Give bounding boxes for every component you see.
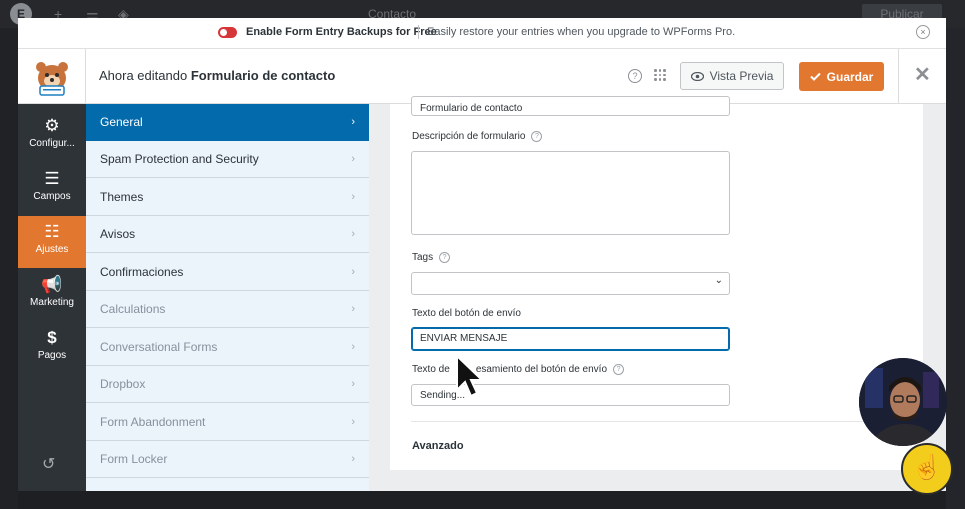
notice-text: Easily restore your entries when you upg… <box>427 26 736 38</box>
processing-label-part1: Texto de <box>412 364 450 375</box>
chevron-right-icon: › <box>351 191 355 203</box>
dollar-icon: $ <box>47 328 57 347</box>
submenu-label: Themes <box>100 190 144 204</box>
chevron-right-icon: › <box>351 341 355 353</box>
chevron-right-icon: › <box>351 416 355 428</box>
rail-label-payments: Pagos <box>37 350 67 361</box>
chevron-right-icon: › <box>351 303 355 315</box>
help-icon[interactable]: ? <box>613 364 625 375</box>
settings-submenu: General › Spam Protection and Security › T… <box>86 104 369 491</box>
description-textarea[interactable] <box>411 151 730 235</box>
preview-button[interactable]: Vista Previa <box>680 62 784 90</box>
tags-select[interactable]: ⌄ <box>411 272 730 295</box>
editing-prefix: Ahora editando <box>99 68 188 83</box>
submit-text-label: Texto del botón de envío <box>412 308 521 319</box>
editing-title: Ahora editando Formulario de contacto <box>99 68 335 83</box>
settings-content-area: Formulario de contacto Descripción de fo… <box>369 96 946 491</box>
header-divider-right <box>898 49 899 103</box>
megaphone-icon: 📢 <box>41 275 63 294</box>
submenu-item-form-abandonment[interactable]: Form Abandonment › <box>86 404 369 441</box>
header-divider <box>85 49 86 103</box>
revisions-history-icon[interactable]: ↺ <box>42 454 55 474</box>
submenu-item-confirmations[interactable]: Confirmaciones › <box>86 254 369 291</box>
processing-text-label: Texto de esamiento del botón de envío? <box>412 364 625 375</box>
checkmark-icon <box>809 72 821 81</box>
rail-label-marketing: Marketing <box>30 297 74 308</box>
submenu-item-conversational-forms[interactable]: Conversational Forms › <box>86 329 369 366</box>
presenter-webcam <box>859 358 947 446</box>
submenu-item-themes[interactable]: Themes › <box>86 179 369 216</box>
chevron-right-icon: › <box>351 378 355 390</box>
general-settings-panel: Formulario de contacto Descripción de fo… <box>390 96 923 470</box>
editor-right-strip <box>946 28 965 509</box>
help-icon[interactable]: ? <box>531 131 543 142</box>
submenu-item-general[interactable]: General › <box>86 104 369 141</box>
rail-item-marketing[interactable]: 📢 Marketing <box>18 269 86 321</box>
submenu-item-spam-protection[interactable]: Spam Protection and Security › <box>86 141 369 178</box>
presenter-avatar <box>859 358 947 446</box>
fields-icon: ☰ <box>44 169 60 188</box>
chevron-down-icon: ⌄ <box>714 275 723 286</box>
save-button[interactable]: Guardar <box>799 62 884 91</box>
advanced-section-title[interactable]: Avanzado <box>412 440 464 452</box>
help-icon[interactable]: ? <box>628 69 642 83</box>
save-label: Guardar <box>826 69 874 84</box>
builder-icon-rail: ⚙ Configur... ☰ Campos ☷ Ajustes 📢 Marke… <box>18 104 86 491</box>
submenu-label: Calculations <box>100 302 166 316</box>
help-icon[interactable]: ? <box>439 252 451 263</box>
chevron-right-icon: › <box>351 153 355 165</box>
submit-text-input[interactable]: ENVIAR MENSAJE <box>411 327 730 351</box>
rail-label-fields: Campos <box>33 191 71 202</box>
submenu-label: Conversational Forms <box>100 340 218 354</box>
submenu-label: Form Abandonment <box>100 415 206 429</box>
processing-label-part2: esamiento del botón de envío <box>475 364 608 375</box>
submenu-label: General <box>100 115 143 129</box>
gear-icon: ⚙ <box>44 116 60 135</box>
submenu-label: Form Locker <box>100 452 168 466</box>
rail-item-fields[interactable]: ☰ Campos <box>18 163 86 215</box>
pointing-hand-icon: ☝ <box>901 443 953 495</box>
wpforms-bear-logo-icon <box>36 62 68 96</box>
notice-strong-text: Enable Form Entry Backups for Free <box>246 26 437 38</box>
submenu-item-calculations[interactable]: Calculations › <box>86 291 369 328</box>
submenu-label: Dropbox <box>100 377 146 391</box>
description-label-text: Descripción de formulario <box>412 131 526 142</box>
submenu-item-dropbox[interactable]: Dropbox › <box>86 366 369 403</box>
rail-item-setup[interactable]: ⚙ Configur... <box>18 110 86 162</box>
upgrade-notice-bar: Enable Form Entry Backups for Free Easil… <box>18 18 946 49</box>
eye-icon <box>690 71 704 81</box>
form-name-title: Formulario de contacto <box>190 68 336 83</box>
chevron-right-icon: › <box>351 116 355 128</box>
submenu-label: Spam Protection and Security <box>100 152 259 166</box>
rail-label-settings: Ajustes <box>35 244 69 255</box>
notice-separator <box>418 25 419 39</box>
rail-item-settings[interactable]: ☷ Ajustes <box>18 216 86 268</box>
rail-item-payments[interactable]: $ Pagos <box>18 322 86 374</box>
submenu-label: Avisos <box>100 227 136 241</box>
chevron-right-icon: › <box>351 228 355 240</box>
editor-left-strip <box>0 28 18 509</box>
sliders-icon: ☷ <box>44 222 60 241</box>
tags-label: Tags? <box>412 252 451 263</box>
description-label: Descripción de formulario? <box>412 131 543 142</box>
rail-label-setup: Configur... <box>29 138 75 149</box>
chevron-right-icon: › <box>351 266 355 278</box>
preview-label: Vista Previa <box>709 69 774 83</box>
submenu-item-notifications[interactable]: Avisos › <box>86 216 369 253</box>
tags-label-text: Tags <box>412 252 434 263</box>
section-divider <box>411 421 923 422</box>
submenu-label: Confirmaciones <box>100 265 184 279</box>
mouse-pointer-icon <box>456 354 485 398</box>
form-builder-modal: Enable Form Entry Backups for Free Easil… <box>18 18 946 491</box>
chevron-right-icon: › <box>351 453 355 465</box>
close-builder-icon[interactable]: ✕ <box>914 64 931 86</box>
notice-close-icon[interactable]: × <box>916 25 930 39</box>
form-name-input[interactable]: Formulario de contacto <box>411 96 730 116</box>
grid-menu-icon[interactable] <box>654 69 666 81</box>
submenu-item-form-locker[interactable]: Form Locker › <box>86 441 369 478</box>
backup-toggle[interactable] <box>218 27 237 38</box>
